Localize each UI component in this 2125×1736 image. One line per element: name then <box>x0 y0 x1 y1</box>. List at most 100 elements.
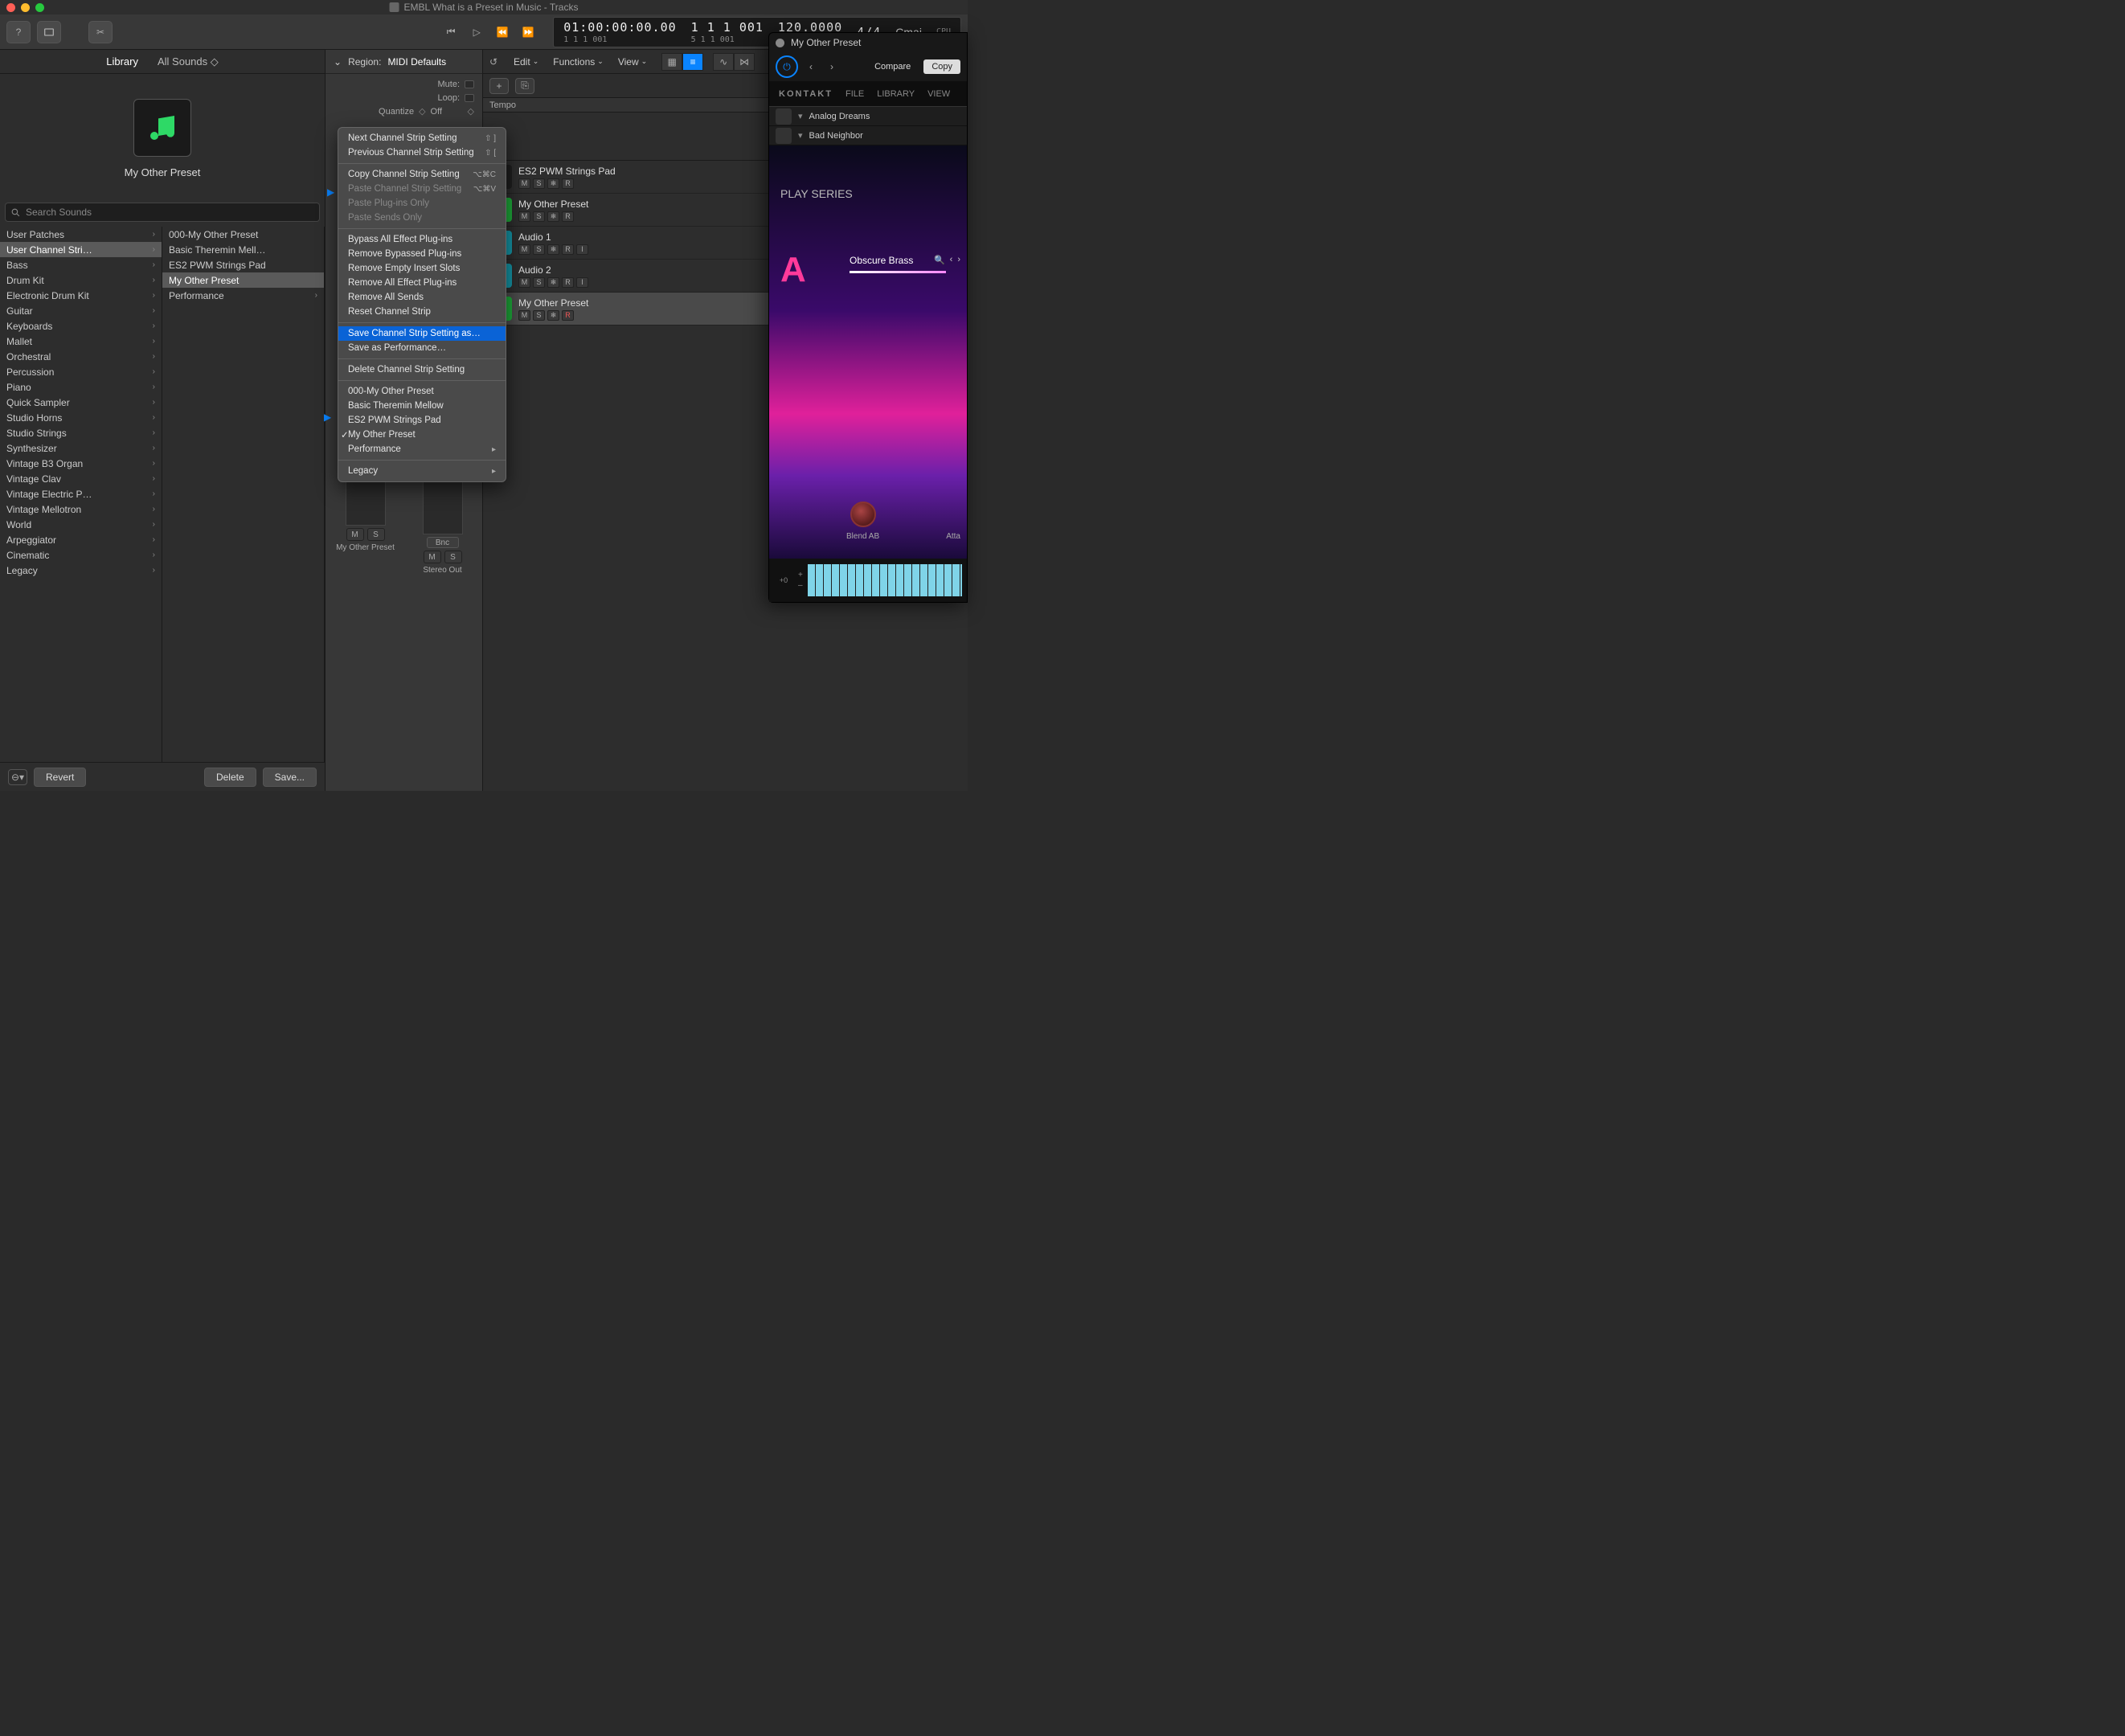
track-r-button[interactable]: R <box>562 244 574 255</box>
library-menu[interactable]: LIBRARY <box>877 89 915 99</box>
solo-button[interactable]: S <box>367 528 385 541</box>
flex-icon[interactable]: ⋈ <box>734 53 755 71</box>
edit-menu[interactable]: Edit ⌄ <box>509 54 543 70</box>
bars-display[interactable]: 1 1 1 001 <box>563 35 676 44</box>
browser-item[interactable]: Mallet› <box>0 334 162 349</box>
search-patch-icon[interactable]: 🔍 <box>934 255 945 265</box>
save-button[interactable]: Save... <box>263 768 317 787</box>
collapse-toggle-2[interactable]: ▶ <box>324 411 331 423</box>
rack-instrument[interactable]: ▾Bad Neighbor <box>769 126 967 145</box>
add-track-button[interactable]: + <box>489 78 509 94</box>
context-menu-item[interactable]: Basic Theremin Mellow <box>338 399 506 413</box>
copy-button[interactable]: Copy <box>923 59 960 74</box>
track-❄-button[interactable]: ❄ <box>547 211 559 222</box>
bounce-slot[interactable]: Bnc <box>427 537 459 548</box>
context-menu-item[interactable]: 000-My Other Preset <box>338 384 506 399</box>
collapse-toggle[interactable]: ▶ <box>327 186 334 198</box>
revert-button[interactable]: Revert <box>34 768 86 787</box>
context-menu-item[interactable]: Performance▸ <box>338 442 506 457</box>
browser-item[interactable]: Bass› <box>0 257 162 272</box>
minimize-window[interactable] <box>21 3 30 12</box>
context-menu-item[interactable]: Delete Channel Strip Setting <box>338 362 506 377</box>
context-menu-item[interactable]: Remove Empty Insert Slots <box>338 261 506 276</box>
browser-item[interactable]: Studio Strings› <box>0 425 162 440</box>
browser-col-2[interactable]: 000-My Other PresetBasic Theremin Mell…E… <box>162 227 325 762</box>
grid-view-icon[interactable]: ▦ <box>661 53 682 71</box>
track-i-button[interactable]: I <box>576 277 588 288</box>
track-r-button[interactable]: R <box>562 277 574 288</box>
end-display[interactable]: 5 1 1 001 <box>691 35 764 44</box>
browser-item[interactable]: Piano› <box>0 379 162 395</box>
track-m-button[interactable]: M <box>518 277 530 288</box>
browser-item[interactable]: World› <box>0 517 162 532</box>
track-s-button[interactable]: S <box>533 244 545 255</box>
loop-checkbox[interactable] <box>465 94 474 102</box>
close-window[interactable] <box>6 3 15 12</box>
prev-patch-icon[interactable]: ‹ <box>950 255 953 265</box>
browser-item[interactable]: Electronic Drum Kit› <box>0 288 162 303</box>
track-s-button[interactable]: S <box>533 211 545 222</box>
browser-item[interactable]: Quick Sampler› <box>0 395 162 410</box>
oct-up[interactable]: + <box>798 571 803 579</box>
time-display[interactable]: 01:00:00:00.00 <box>563 20 676 35</box>
browser-item[interactable]: 000-My Other Preset <box>162 227 324 242</box>
blend-knob[interactable] <box>850 502 876 527</box>
plugin-titlebar[interactable]: My Other Preset <box>769 33 967 52</box>
browser-item[interactable]: Vintage Mellotron› <box>0 502 162 517</box>
browser-item[interactable]: ES2 PWM Strings Pad <box>162 257 324 272</box>
power-button[interactable]: ⏻ <box>776 55 798 78</box>
plugin-keyboard[interactable]: +0 + – <box>769 559 967 602</box>
view-menu[interactable]: View ⌄ <box>613 54 652 70</box>
context-menu-item[interactable]: Legacy▸ <box>338 464 506 478</box>
gear-menu[interactable]: ⊖▾ <box>8 769 27 785</box>
duplicate-track-button[interactable]: ⎘ <box>515 78 534 94</box>
track-m-button[interactable]: M <box>518 244 530 255</box>
context-menu-item[interactable]: Remove Bypassed Plug-ins <box>338 247 506 261</box>
browser-item[interactable]: User Patches› <box>0 227 162 242</box>
browser-item[interactable]: Legacy› <box>0 563 162 578</box>
browser-item[interactable]: Performance› <box>162 288 324 303</box>
track-i-button[interactable]: I <box>576 244 588 255</box>
library-tab[interactable]: Library <box>106 55 138 68</box>
context-menu-item[interactable]: Remove All Sends <box>338 290 506 305</box>
track-❄-button[interactable]: ❄ <box>547 178 559 189</box>
track-r-button[interactable]: R <box>562 310 574 321</box>
file-menu[interactable]: FILE <box>845 89 864 99</box>
track-r-button[interactable]: R <box>562 211 574 222</box>
quantize-value[interactable]: Off <box>431 107 463 117</box>
plugin-view-menu[interactable]: VIEW <box>927 89 950 99</box>
context-menu-item[interactable]: Bypass All Effect Plug-ins <box>338 232 506 247</box>
track-m-button[interactable]: M <box>518 310 530 321</box>
disclosure-icon[interactable]: ⌄ <box>334 56 342 68</box>
automation-icon[interactable]: ∿ <box>713 53 734 71</box>
plugin-close[interactable] <box>776 39 784 47</box>
browser-item[interactable]: My Other Preset <box>162 272 324 288</box>
patch-name[interactable]: Obscure Brass <box>850 255 913 266</box>
track-s-button[interactable]: S <box>533 310 545 321</box>
region-header[interactable]: ⌄ Region: MIDI Defaults <box>326 50 482 74</box>
context-menu-item[interactable]: Remove All Effect Plug-ins <box>338 276 506 290</box>
list-view-icon[interactable]: ≡ <box>682 53 703 71</box>
track-r-button[interactable]: R <box>562 178 574 189</box>
rack-instrument[interactable]: ▾Analog Dreams <box>769 107 967 126</box>
browser-item[interactable]: Keyboards› <box>0 318 162 334</box>
browser-item[interactable]: Guitar› <box>0 303 162 318</box>
context-menu-item[interactable]: ES2 PWM Strings Pad <box>338 413 506 428</box>
browser-item[interactable]: Orchestral› <box>0 349 162 364</box>
browser-item[interactable]: Vintage B3 Organ› <box>0 456 162 471</box>
oct-down[interactable]: – <box>798 581 803 590</box>
mute-button[interactable]: M <box>346 528 364 541</box>
solo-button-2[interactable]: S <box>444 551 462 563</box>
octave-display[interactable]: +0 <box>774 576 793 584</box>
context-menu-item[interactable]: Copy Channel Strip Setting⌥⌘C <box>338 167 506 182</box>
mute-button-2[interactable]: M <box>424 551 441 563</box>
context-menu-item[interactable]: Reset Channel Strip <box>338 305 506 319</box>
browser-item[interactable]: Basic Theremin Mell… <box>162 242 324 257</box>
piano-keys[interactable] <box>808 564 962 596</box>
browser-item[interactable]: User Channel Stri…› <box>0 242 162 257</box>
browser-item[interactable]: Cinematic› <box>0 547 162 563</box>
browser-item[interactable]: Drum Kit› <box>0 272 162 288</box>
browser-item[interactable]: Percussion› <box>0 364 162 379</box>
functions-menu[interactable]: Functions ⌄ <box>548 54 608 70</box>
go-to-start[interactable]: ⏮ <box>439 21 463 43</box>
